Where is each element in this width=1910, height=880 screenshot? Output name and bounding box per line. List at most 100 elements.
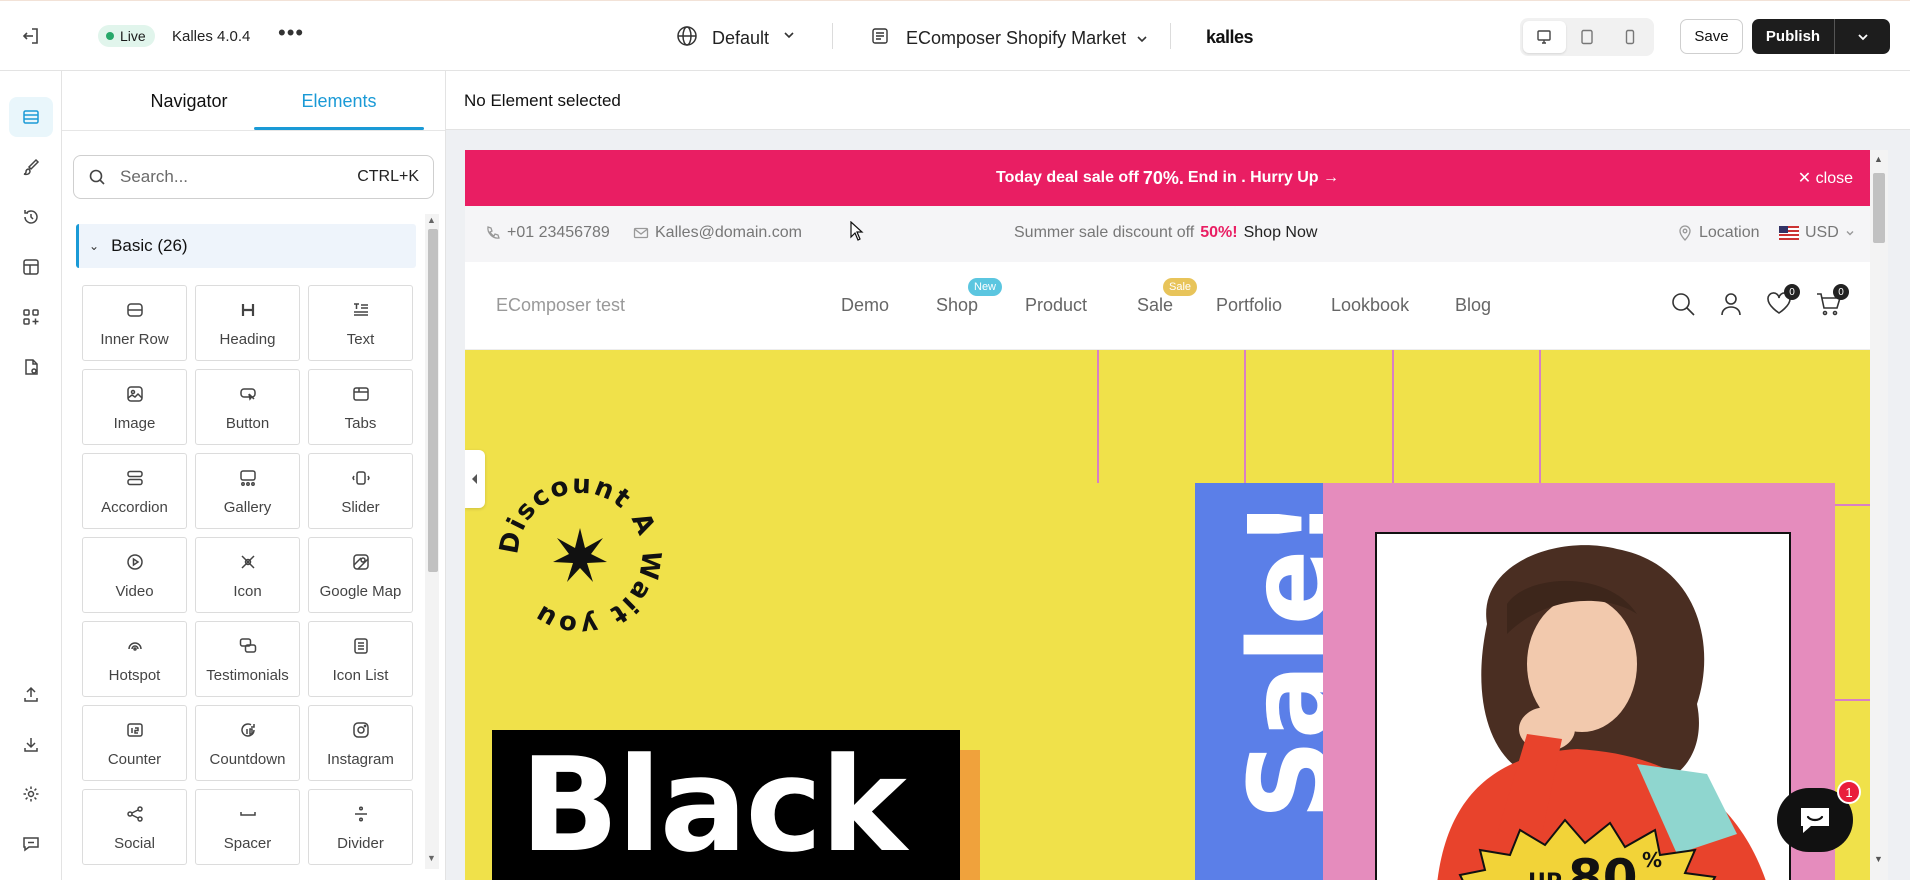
more-options-button[interactable]: ••• bbox=[278, 22, 304, 44]
nav-blog[interactable]: Blog bbox=[1455, 295, 1491, 316]
element-google-map[interactable]: Google Map bbox=[308, 537, 413, 613]
theme-version: Kalles 4.0.4 bbox=[172, 28, 251, 45]
live-status-badge: Live bbox=[98, 25, 155, 47]
currency-select[interactable]: USD bbox=[1779, 224, 1855, 242]
tab-navigator[interactable]: Navigator bbox=[104, 71, 274, 131]
active-tab-indicator bbox=[254, 127, 424, 130]
chevron-down-icon bbox=[1137, 36, 1147, 43]
publish-button-group: Publish bbox=[1752, 19, 1890, 54]
exit-icon[interactable] bbox=[18, 23, 44, 49]
location-link[interactable]: Location bbox=[1677, 224, 1760, 242]
panel-scrollbar-thumb[interactable] bbox=[428, 229, 438, 572]
preview-scrollbar-thumb[interactable] bbox=[1873, 173, 1885, 243]
element-search[interactable]: Search... CTRL+K bbox=[73, 155, 434, 199]
element-label: Accordion bbox=[101, 498, 168, 516]
element-label: Text bbox=[346, 330, 375, 348]
desktop-icon bbox=[1537, 30, 1552, 44]
element-icon[interactable]: Icon bbox=[195, 537, 300, 613]
element-countdown[interactable]: Countdown bbox=[195, 705, 300, 781]
element-hotspot[interactable]: Hotspot bbox=[82, 621, 187, 697]
publish-button[interactable]: Publish bbox=[1752, 19, 1834, 54]
element-slider[interactable]: Slider bbox=[308, 453, 413, 529]
search-icon[interactable] bbox=[1670, 291, 1696, 322]
rail-history-button[interactable] bbox=[9, 197, 53, 237]
rail-support-button[interactable] bbox=[9, 824, 53, 864]
element-button[interactable]: Button bbox=[195, 369, 300, 445]
rail-templates-button[interactable] bbox=[9, 247, 53, 287]
element-image[interactable]: Image bbox=[82, 369, 187, 445]
scroll-up-icon[interactable]: ▲ bbox=[427, 215, 436, 225]
cart-icon[interactable]: 0 bbox=[1815, 284, 1849, 322]
location-pin-icon bbox=[1679, 225, 1691, 241]
tablet-view-button[interactable] bbox=[1566, 21, 1609, 53]
mouse-cursor-icon bbox=[850, 221, 864, 241]
group-label: Basic (26) bbox=[111, 236, 188, 255]
element-gallery[interactable]: Gallery bbox=[195, 453, 300, 529]
nav-sale[interactable]: Sale bbox=[1137, 295, 1173, 316]
scroll-up-icon[interactable]: ▲ bbox=[1874, 154, 1883, 164]
rail-pages-button[interactable] bbox=[9, 347, 53, 387]
tab-elements[interactable]: Elements bbox=[254, 71, 424, 131]
element-tabs[interactable]: Tabs bbox=[308, 369, 413, 445]
rail-import-button[interactable] bbox=[9, 724, 53, 764]
element-label: Instagram bbox=[327, 750, 394, 768]
element-testimonials[interactable]: Testimonials bbox=[195, 621, 300, 697]
rail-export-button[interactable] bbox=[9, 674, 53, 714]
element-instagram[interactable]: Instagram bbox=[308, 705, 413, 781]
hero-banner[interactable]: Discount A Wait you Black Sale! 80 % 1 bbox=[465, 350, 1870, 880]
discount-text: Summer sale discount off bbox=[1014, 224, 1195, 241]
selection-status: No Element selected bbox=[464, 91, 621, 110]
element-label: Image bbox=[113, 414, 156, 432]
basic-group-header[interactable]: ⌄ Basic (26) bbox=[76, 224, 416, 268]
promo-close-button[interactable]: ✕ close bbox=[1798, 168, 1853, 188]
account-icon[interactable] bbox=[1719, 291, 1743, 322]
phone-text: +01 23456789 bbox=[507, 224, 610, 241]
top-bar: Live Kalles 4.0.4 ••• Default EComposer … bbox=[0, 0, 1910, 71]
element-spacer[interactable]: Spacer bbox=[195, 789, 300, 865]
promo-cta[interactable]: End in . Hurry Up → bbox=[1188, 169, 1339, 187]
element-accordion[interactable]: Accordion bbox=[82, 453, 187, 529]
offer-burst: UP 80 % bbox=[1458, 818, 1717, 880]
language-select[interactable]: Default bbox=[712, 28, 769, 49]
element-inner-row[interactable]: Inner Row bbox=[82, 285, 187, 361]
element-text[interactable]: Text bbox=[308, 285, 413, 361]
rail-design-button[interactable] bbox=[9, 147, 53, 187]
google-map-icon bbox=[352, 551, 370, 573]
publish-options-button[interactable] bbox=[1834, 19, 1890, 54]
element-divider[interactable]: Divider bbox=[308, 789, 413, 865]
market-select[interactable]: EComposer Shopify Market bbox=[906, 28, 1149, 49]
contact-phone: +01 23456789 bbox=[485, 224, 610, 242]
contact-email: Kalles@domain.com bbox=[633, 224, 802, 242]
nav-lookbook[interactable]: Lookbook bbox=[1331, 295, 1409, 316]
rail-settings-button[interactable] bbox=[9, 774, 53, 814]
nav-shop[interactable]: Shop bbox=[936, 295, 978, 316]
wishlist-icon[interactable]: 0 bbox=[1766, 284, 1800, 320]
element-icon-list[interactable]: Icon List bbox=[308, 621, 413, 697]
nav-demo[interactable]: Demo bbox=[841, 295, 889, 316]
rail-apps-button[interactable] bbox=[9, 297, 53, 337]
preview-scrollbar[interactable] bbox=[1870, 150, 1888, 880]
nav-portfolio[interactable]: Portfolio bbox=[1216, 295, 1282, 316]
collapse-panel-button[interactable] bbox=[465, 450, 485, 508]
scroll-down-icon[interactable]: ▼ bbox=[1874, 854, 1883, 864]
search-input[interactable]: Search... bbox=[120, 167, 357, 187]
svg-text:UP: UP bbox=[1528, 870, 1562, 880]
mobile-view-button[interactable] bbox=[1608, 21, 1651, 53]
accordion-icon bbox=[126, 467, 144, 489]
tabs-icon bbox=[352, 383, 370, 405]
chevron-down-icon[interactable] bbox=[782, 28, 796, 47]
layers-icon bbox=[23, 110, 39, 124]
desktop-view-button[interactable] bbox=[1523, 21, 1566, 53]
nav-product[interactable]: Product bbox=[1025, 295, 1087, 316]
save-button[interactable]: Save bbox=[1680, 19, 1743, 54]
scroll-down-icon[interactable]: ▼ bbox=[427, 853, 436, 863]
store-logo[interactable]: EComposer test bbox=[496, 295, 625, 316]
element-social[interactable]: Social bbox=[82, 789, 187, 865]
shop-now-link[interactable]: Shop Now bbox=[1244, 224, 1318, 242]
element-counter[interactable]: Counter bbox=[82, 705, 187, 781]
icon-icon bbox=[239, 551, 257, 573]
element-video[interactable]: Video bbox=[82, 537, 187, 613]
gear-icon bbox=[23, 786, 39, 802]
rail-layers-button[interactable] bbox=[9, 97, 53, 137]
element-heading[interactable]: Heading bbox=[195, 285, 300, 361]
